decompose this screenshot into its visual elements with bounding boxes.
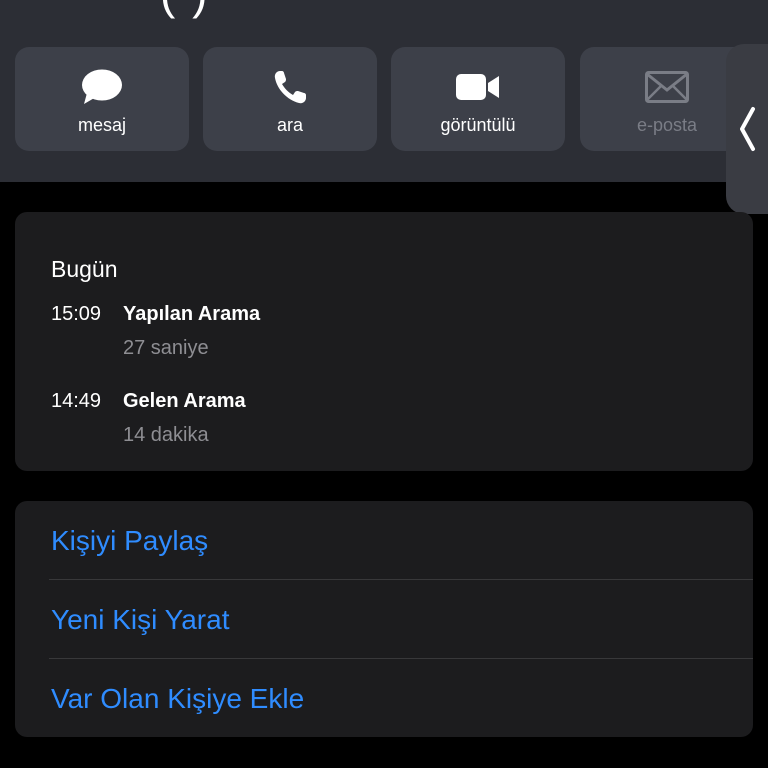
message-label: mesaj bbox=[77, 115, 126, 135]
share-contact-button[interactable]: Kişiyi Paylaş bbox=[15, 501, 753, 580]
call-time: 14:49 bbox=[51, 390, 102, 412]
call-duration: 27 saniye bbox=[123, 337, 209, 359]
create-contact-button[interactable]: Yeni Kişi Yarat bbox=[15, 580, 753, 659]
call-type: Yapılan Arama bbox=[123, 303, 261, 325]
call-button[interactable]: ara bbox=[203, 47, 377, 151]
side-panel-handle[interactable] bbox=[726, 44, 768, 214]
call-time: 15:09 bbox=[51, 303, 102, 325]
video-call-label: görüntülü bbox=[440, 115, 516, 135]
chevron-left-icon bbox=[740, 107, 755, 151]
history-date-heading: Bugün bbox=[51, 256, 118, 282]
call-label: ara bbox=[276, 115, 303, 135]
contact-actions-card: Kişiyi Paylaş Yeni Kişi Yarat Var Olan K… bbox=[15, 501, 753, 737]
phone-icon bbox=[268, 67, 312, 107]
call-history-card: Bugün 15:09 Yapılan Arama 27 saniye 14:4… bbox=[15, 212, 753, 471]
email-label: e-posta bbox=[636, 115, 698, 135]
message-button[interactable]: mesaj bbox=[15, 47, 189, 151]
add-to-existing-contact-button[interactable]: Var Olan Kişiye Ekle bbox=[15, 659, 753, 738]
call-type: Gelen Arama bbox=[123, 390, 246, 412]
contact-header: ( ) mesaj ara görüntülü bbox=[0, 0, 768, 214]
envelope-icon bbox=[645, 67, 689, 107]
video-camera-icon bbox=[456, 67, 500, 107]
call-duration: 14 dakika bbox=[123, 424, 209, 446]
contact-name-fragment: ( ) bbox=[160, 0, 209, 20]
video-call-button[interactable]: görüntülü bbox=[391, 47, 565, 151]
message-bubble-icon bbox=[80, 67, 124, 107]
